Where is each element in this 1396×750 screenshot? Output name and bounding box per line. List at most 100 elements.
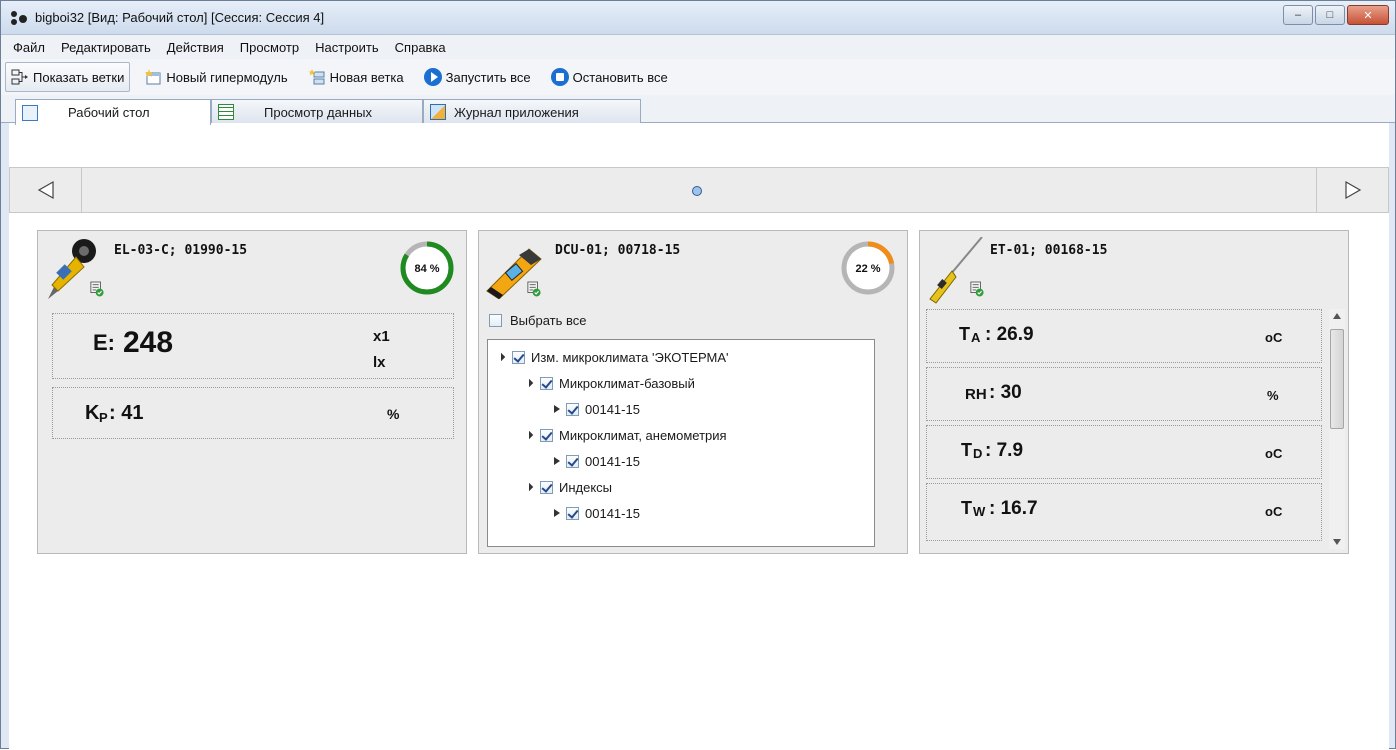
reading-kp-label: K <box>85 402 100 424</box>
device-title: ET-01; 00168-15 <box>990 243 1108 258</box>
reading-td-label: T <box>961 440 972 460</box>
menu-view[interactable]: Просмотр <box>238 40 301 55</box>
arrow-left-icon <box>37 180 54 200</box>
next-page-button[interactable] <box>1316 168 1388 212</box>
reading-td-value: : 7.9 <box>985 440 1024 461</box>
tab-data-view-label: Просмотр данных <box>264 104 372 120</box>
play-icon <box>423 68 442 86</box>
device-title: EL-03-C; 01990-15 <box>114 243 248 258</box>
reading-rh-value: : 30 <box>989 382 1022 403</box>
tree-item-group[interactable]: Индексы <box>524 476 612 498</box>
data-collector-icon <box>486 248 542 299</box>
minimize-button[interactable]: – <box>1283 5 1313 25</box>
show-branches-button[interactable]: Показать ветки <box>5 62 131 92</box>
prev-page-button[interactable] <box>10 168 82 212</box>
tab-app-log[interactable]: Журнал приложения <box>423 99 641 124</box>
device-card-et01[interactable]: ET-01; 00168-15 T A : 26.9 oC RH : 30 % … <box>919 230 1349 554</box>
tab-data-view[interactable]: Просмотр данных <box>211 99 423 124</box>
new-hypermodule-button[interactable]: Новый гипермодуль <box>138 62 293 92</box>
desktop-icon <box>22 104 38 121</box>
reading-ta-label: T <box>959 324 970 344</box>
progress-label: 22 % <box>855 263 880 275</box>
reading-tw-sub: W <box>973 504 986 519</box>
tree-item-label: Микроклимат-базовый <box>559 375 695 391</box>
device-status-ok-icon <box>527 281 541 297</box>
reading-td-unit: oC <box>1265 446 1283 461</box>
tree-item-device[interactable]: 00141-15 <box>554 450 640 472</box>
tree-item-group[interactable]: Микроклимат, анемометрия <box>524 424 727 446</box>
reading-e-value: 248 <box>123 326 174 359</box>
page-indicator-dot[interactable] <box>692 186 702 196</box>
scroll-down-icon[interactable] <box>1333 539 1341 545</box>
menu-file[interactable]: Файл <box>11 40 47 55</box>
reading-tw: T W : 16.7 oC <box>926 483 1322 541</box>
reading-e: E: 248 x1 lx <box>52 313 454 379</box>
new-hypermodule-icon <box>145 69 161 85</box>
tree-checkbox[interactable] <box>566 506 579 520</box>
battery-progress-ring: 84 % <box>400 241 454 295</box>
stop-icon <box>550 68 569 86</box>
expanded-arrow-icon <box>524 430 534 440</box>
select-all-box[interactable] <box>489 314 502 327</box>
menu-actions[interactable]: Действия <box>165 40 226 55</box>
title-bar: bigboi32 [Вид: Рабочий стол] [Сессия: Се… <box>1 1 1395 35</box>
reading-rh-unit: % <box>1267 388 1279 403</box>
new-branch-label: Новая ветка <box>329 69 404 85</box>
device-card-dcu01[interactable]: DCU-01; 00718-15 22 % Выбрать все Изм. м… <box>478 230 908 554</box>
tree-item-root[interactable]: Изм. микроклимата 'ЭКОТЕРМА' <box>496 346 729 368</box>
battery-progress-ring: 22 % <box>841 241 895 295</box>
menu-help[interactable]: Справка <box>393 40 448 55</box>
expanded-arrow-icon <box>524 482 534 492</box>
scroll-thumb[interactable] <box>1330 329 1344 429</box>
start-all-button[interactable]: Запустить все <box>418 62 537 92</box>
tree-checkbox[interactable] <box>512 350 525 364</box>
menu-bar: Файл Редактировать Действия Просмотр Нас… <box>1 35 1395 59</box>
close-button[interactable]: ✕ <box>1347 5 1389 25</box>
readings-scrollbar[interactable] <box>1329 309 1345 549</box>
reading-td: T D : 7.9 oC <box>926 425 1322 479</box>
stop-all-button[interactable]: Остановить все <box>545 62 674 92</box>
stop-all-label: Остановить все <box>572 69 668 85</box>
tree-item-device[interactable]: 00141-15 <box>554 502 640 524</box>
expanded-arrow-icon <box>524 378 534 388</box>
page-navigator <box>9 167 1389 213</box>
reading-e-label: E: <box>93 330 115 355</box>
tree-item-device[interactable]: 00141-15 <box>554 398 640 420</box>
reading-e-unit: lx <box>373 354 386 371</box>
tree-checkbox[interactable] <box>540 428 553 442</box>
reading-kp-value: : 41 <box>109 402 144 424</box>
tree-checkbox[interactable] <box>540 376 553 390</box>
reading-ta-value: : 26.9 <box>985 324 1034 345</box>
tree-item-label: Изм. микроклимата 'ЭКОТЕРМА' <box>531 349 729 365</box>
reading-tw-unit: oC <box>1265 504 1283 519</box>
menu-edit[interactable]: Редактировать <box>59 40 153 55</box>
desktop-area: EL-03-C; 01990-15 84 % E: 248 x1 lx K P … <box>9 123 1389 750</box>
reading-ta: T A : 26.9 oC <box>926 309 1322 363</box>
device-card-el03[interactable]: EL-03-C; 01990-15 84 % E: 248 x1 lx K P … <box>37 230 467 554</box>
reading-td-sub: D <box>973 446 983 461</box>
device-title: DCU-01; 00718-15 <box>555 243 681 258</box>
tab-desktop[interactable]: Рабочий стол <box>15 99 211 125</box>
reading-kp: K P : 41 % <box>52 387 454 439</box>
reading-rh-label: RH <box>965 386 987 403</box>
scroll-up-icon[interactable] <box>1333 313 1341 319</box>
tree-item-group[interactable]: Микроклимат-базовый <box>524 372 695 394</box>
tree-item-label: 00141-15 <box>585 505 640 521</box>
tree-checkbox[interactable] <box>566 402 579 416</box>
select-all-checkbox[interactable]: Выбрать все <box>489 313 586 328</box>
collapsed-arrow-icon <box>554 405 560 413</box>
log-icon <box>430 104 446 120</box>
select-all-label: Выбрать все <box>510 313 587 328</box>
collapsed-arrow-icon <box>554 509 560 517</box>
menu-configure[interactable]: Настроить <box>313 40 381 55</box>
app-logo-icon <box>11 11 29 25</box>
tree-checkbox[interactable] <box>566 454 579 468</box>
toolbar: Показать ветки Новый гипермодуль Новая в… <box>1 59 1395 95</box>
maximize-button[interactable]: □ <box>1315 5 1345 25</box>
new-hypermodule-label: Новый гипермодуль <box>166 69 288 85</box>
new-branch-button[interactable]: Новая ветка <box>302 62 410 92</box>
app-window: bigboi32 [Вид: Рабочий стол] [Сессия: Се… <box>0 0 1396 750</box>
reading-ta-unit: oC <box>1265 330 1283 345</box>
tree-item-label: 00141-15 <box>585 453 640 469</box>
tree-checkbox[interactable] <box>540 480 553 494</box>
